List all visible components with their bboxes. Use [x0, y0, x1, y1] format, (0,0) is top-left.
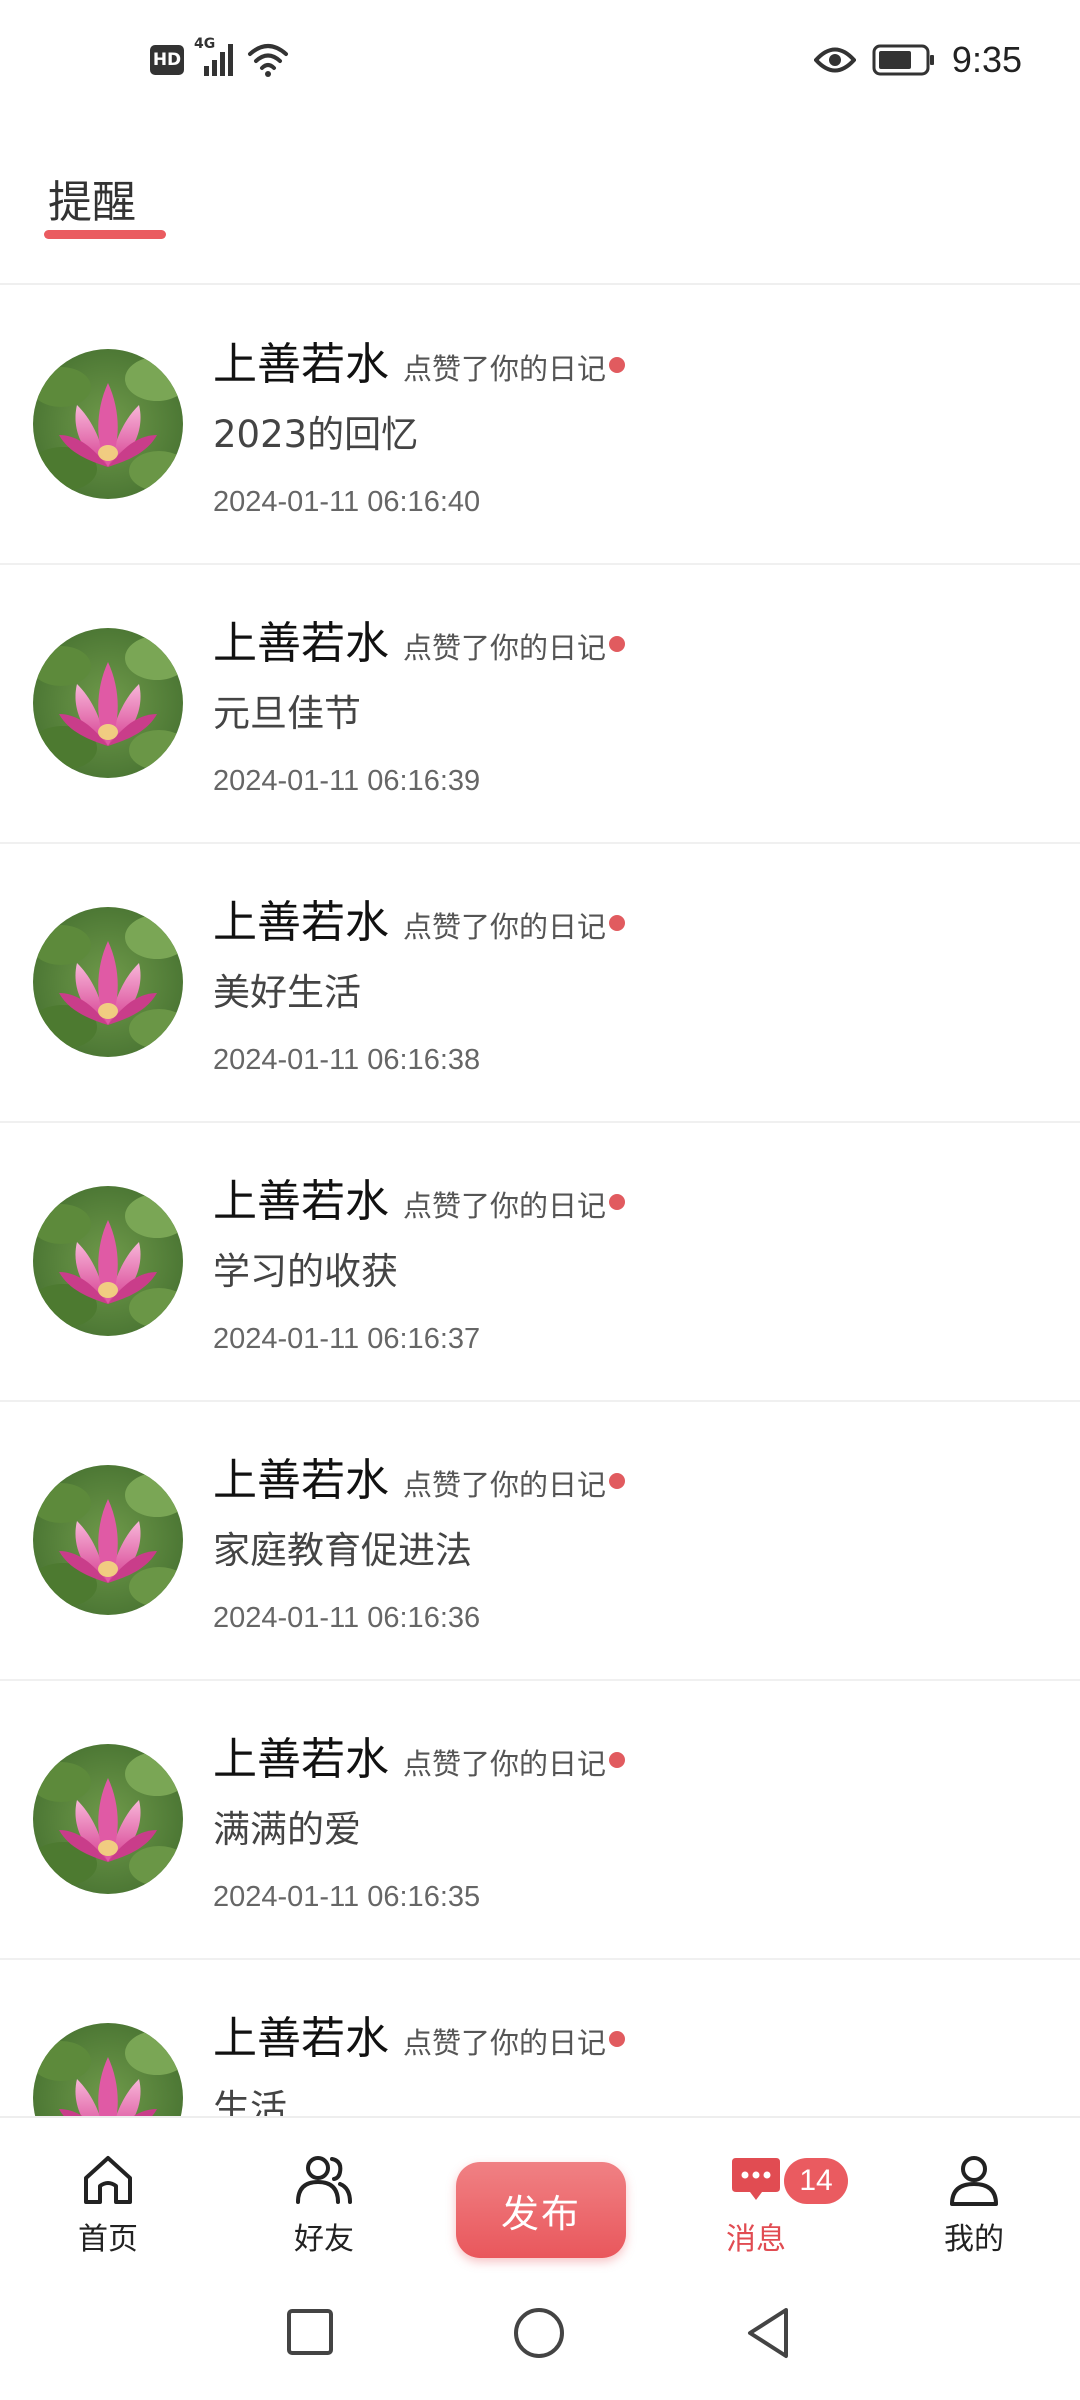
unread-dot: [609, 2031, 626, 2047]
messages-badge: 14: [784, 2158, 848, 2204]
hd-icon: HD: [150, 45, 184, 75]
action-text: 点赞了你的日记: [403, 2026, 607, 2060]
avatar[interactable]: [33, 1465, 183, 1615]
name-line: 上善若水 点赞了你的日记: [213, 1723, 626, 1787]
clock: 9:35: [951, 39, 1022, 80]
timestamp: 2024-01-11 06:16:36: [213, 1602, 481, 1634]
home-icon: [84, 2156, 132, 2204]
user-name[interactable]: 上善若水: [213, 886, 389, 950]
tab-underline: [44, 230, 166, 239]
timestamp: 2024-01-11 06:16:38: [213, 1044, 481, 1076]
notification-item[interactable]: 上善若水 点赞了你的日记 学习的收获 2024-01-11 06:16:37: [0, 1123, 1080, 1402]
timestamp: 2024-01-11 06:16:40: [213, 486, 481, 518]
home-circle-icon[interactable]: [512, 2306, 566, 2360]
bottom-nav: 首页 好友 发布 消息 14 我的: [0, 2116, 1080, 2276]
signal-icon: 4G: [194, 36, 236, 80]
unread-dot: [609, 636, 626, 652]
diary-title[interactable]: 学习的收获: [213, 1241, 398, 1295]
screen: HD 4G 9:35 提醒 上善若水 点赞了你的日记 2023的回忆 2024-…: [0, 0, 1080, 2400]
timestamp: 2024-01-11 06:16:35: [213, 1881, 481, 1913]
name-line: 上善若水 点赞了你的日记: [213, 328, 626, 392]
name-line: 上善若水 点赞了你的日记: [213, 2002, 626, 2066]
action-text: 点赞了你的日记: [403, 1747, 607, 1781]
name-line: 上善若水 点赞了你的日记: [213, 607, 626, 671]
unread-dot: [609, 357, 626, 373]
user-icon: [950, 2156, 998, 2206]
header: 提醒: [0, 150, 1080, 285]
unread-dot: [609, 1473, 626, 1489]
publish-button[interactable]: 发布: [456, 2162, 626, 2258]
timestamp: 2024-01-11 06:16:37: [213, 1323, 481, 1355]
avatar[interactable]: [33, 1744, 183, 1894]
notification-list[interactable]: 上善若水 点赞了你的日记 2023的回忆 2024-01-11 06:16:40: [0, 286, 1080, 2116]
timestamp: 2024-01-11 06:16:39: [213, 765, 481, 797]
avatar[interactable]: [33, 1186, 183, 1336]
diary-title[interactable]: 2023的回忆: [213, 404, 418, 458]
diary-title[interactable]: 生活: [213, 2078, 287, 2116]
action-text: 点赞了你的日记: [403, 631, 607, 665]
action-text: 点赞了你的日记: [403, 1189, 607, 1223]
notification-item[interactable]: 上善若水 点赞了你的日记 满满的爱 2024-01-11 06:16:35: [0, 1681, 1080, 1960]
notification-item[interactable]: 上善若水 点赞了你的日记 家庭教育促进法 2024-01-11 06:16:36: [0, 1402, 1080, 1681]
avatar[interactable]: [33, 2023, 183, 2116]
status-right: 9:35: [813, 30, 1022, 90]
avatar[interactable]: [33, 628, 183, 778]
user-name[interactable]: 上善若水: [213, 1444, 389, 1508]
diary-title[interactable]: 满满的爱: [213, 1799, 361, 1853]
unread-dot: [609, 1752, 626, 1768]
nav-home-label: 首页: [78, 2222, 138, 2257]
name-line: 上善若水 点赞了你的日记: [213, 886, 626, 950]
action-text: 点赞了你的日记: [403, 910, 607, 944]
notification-item[interactable]: 上善若水 点赞了你的日记 生活: [0, 1960, 1080, 2116]
recent-apps-icon[interactable]: [284, 2306, 336, 2358]
user-name[interactable]: 上善若水: [213, 2002, 389, 2066]
action-text: 点赞了你的日记: [403, 352, 607, 386]
battery-icon: [872, 44, 934, 76]
nav-mine[interactable]: 我的: [904, 2152, 1044, 2258]
nav-mine-label: 我的: [944, 2222, 1004, 2257]
user-name[interactable]: 上善若水: [213, 607, 389, 671]
user-name[interactable]: 上善若水: [213, 1723, 389, 1787]
name-line: 上善若水 点赞了你的日记: [213, 1444, 626, 1508]
nav-messages-label: 消息: [726, 2222, 786, 2257]
chat-bubble-icon: [732, 2158, 780, 2200]
nav-friends-label: 好友: [294, 2222, 354, 2257]
notification-item[interactable]: 上善若水 点赞了你的日记 2023的回忆 2024-01-11 06:16:40: [0, 286, 1080, 565]
user-name[interactable]: 上善若水: [213, 1165, 389, 1229]
system-nav-bar: [0, 2278, 1080, 2400]
back-icon[interactable]: [742, 2306, 794, 2360]
unread-dot: [609, 915, 626, 931]
eye-icon: [813, 47, 856, 73]
name-line: 上善若水 点赞了你的日记: [213, 1165, 626, 1229]
user-name[interactable]: 上善若水: [213, 328, 389, 392]
unread-dot: [609, 1194, 626, 1210]
diary-title[interactable]: 美好生活: [213, 962, 361, 1016]
notification-item[interactable]: 上善若水 点赞了你的日记 美好生活 2024-01-11 06:16:38: [0, 844, 1080, 1123]
notification-item[interactable]: 上善若水 点赞了你的日记 元旦佳节 2024-01-11 06:16:39: [0, 565, 1080, 844]
friends-icon: [296, 2156, 352, 2204]
status-left: HD 4G: [150, 36, 290, 84]
avatar[interactable]: [33, 907, 183, 1057]
nav-friends[interactable]: 好友: [254, 2152, 394, 2258]
nav-home[interactable]: 首页: [38, 2152, 178, 2258]
diary-title[interactable]: 家庭教育促进法: [213, 1520, 472, 1574]
avatar[interactable]: [33, 349, 183, 499]
action-text: 点赞了你的日记: [403, 1468, 607, 1502]
diary-title[interactable]: 元旦佳节: [213, 683, 361, 737]
wifi-icon: [248, 44, 288, 77]
tab-reminders[interactable]: 提醒: [48, 166, 136, 230]
status-bar: HD 4G 9:35: [0, 0, 1080, 120]
